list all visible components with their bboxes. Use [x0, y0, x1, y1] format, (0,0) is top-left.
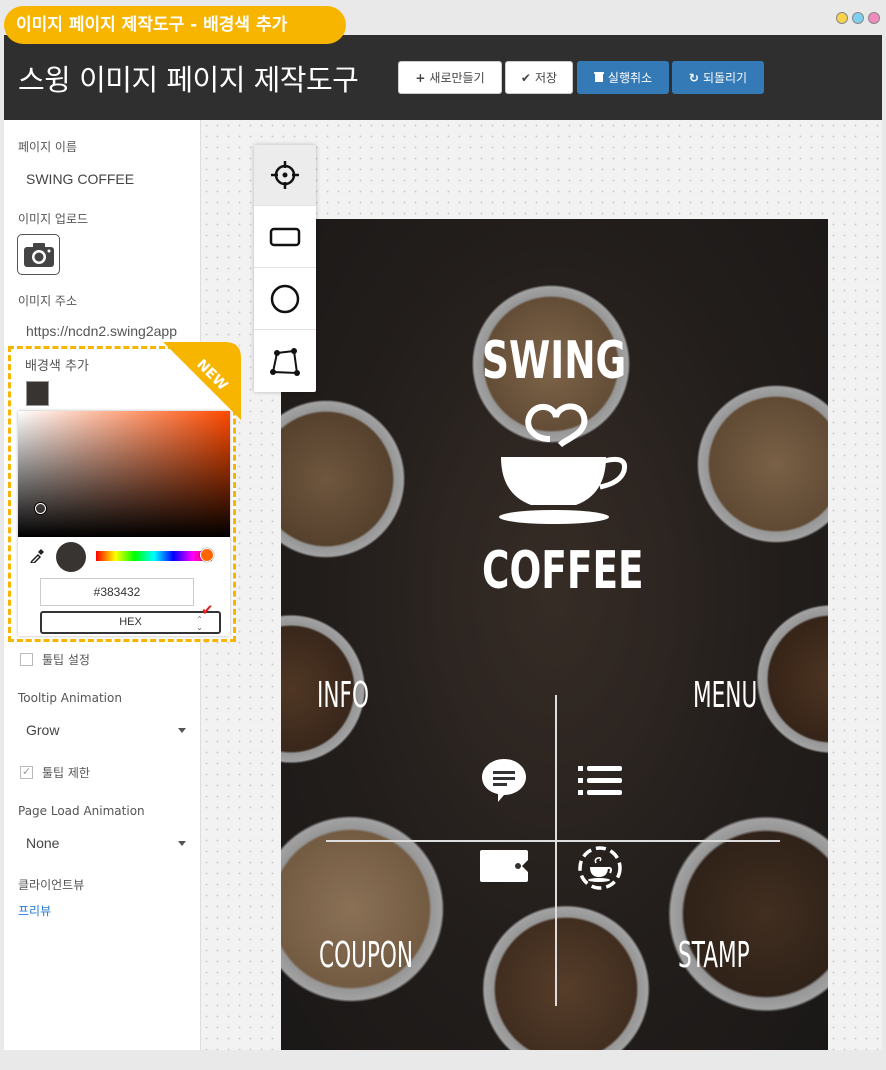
image-upload-button[interactable] — [17, 234, 60, 275]
tooltip-limit-checkbox[interactable]: ✓ — [20, 766, 33, 779]
image-url-field[interactable]: https://ncdn2.swing2app.co.kr — [26, 323, 178, 339]
page-name-label: 페이지 이름 — [18, 140, 78, 154]
rectangle-tool-button[interactable] — [254, 207, 316, 268]
hex-input[interactable]: #383432 — [40, 578, 194, 606]
new-button-label: 새로만들기 — [429, 71, 485, 85]
page-name-field[interactable]: SWING COFFEE — [26, 171, 134, 187]
menu-list-icon[interactable] — [578, 764, 624, 798]
rectangle-icon — [269, 227, 301, 247]
app-title: 스윙 이미지 페이지 제작도구 — [18, 63, 359, 97]
window-dot-blue[interactable] — [852, 12, 864, 24]
image-upload-label: 이미지 업로드 — [18, 212, 89, 226]
polygon-tool-button[interactable] — [254, 331, 316, 392]
circle-tool-button[interactable] — [254, 269, 316, 330]
red-check-icon: ✔ — [201, 602, 214, 619]
tooltip-animation-value: Grow — [26, 722, 60, 738]
divider-vertical — [555, 695, 557, 1006]
info-label[interactable]: INFO — [317, 675, 369, 716]
page-load-animation-label: Page Load Animation — [18, 804, 145, 818]
coffee-cup-logo-icon — [499, 403, 628, 524]
caret-down-icon — [178, 840, 186, 846]
color-format-value: HEX — [119, 616, 142, 628]
trash-icon — [593, 71, 604, 85]
tooltip-setting-checkbox[interactable] — [20, 653, 33, 666]
camera-icon — [23, 242, 54, 267]
coupon-label[interactable]: COUPON — [319, 935, 413, 976]
stamp-badge-icon[interactable] — [576, 845, 624, 891]
background-color-swatch[interactable] — [26, 381, 49, 406]
color-picker: #383432 HEX ⌃ ⌄ ✔ — [18, 411, 230, 636]
drawing-toolbar — [254, 145, 316, 392]
tooltip-setting-label: 툴팁 설정 — [42, 653, 90, 667]
undo-button-label: 실행취소 — [607, 71, 653, 85]
preview-link[interactable]: 프리뷰 — [18, 902, 51, 919]
tooltip-animation-select[interactable]: Grow — [26, 722, 186, 738]
client-view-label: 클라이언트뷰 — [18, 878, 85, 892]
saturation-cursor[interactable] — [35, 503, 46, 514]
window-dot-yellow[interactable] — [836, 12, 848, 24]
page-badge-title: 이미지 페이지 제작도구 - 배경색 추가 — [4, 6, 346, 44]
brand-title-swing: SWING — [482, 331, 627, 391]
caret-down-icon — [178, 727, 186, 733]
hue-slider-handle[interactable] — [200, 548, 214, 562]
background-color-label: 배경색 추가 — [25, 359, 89, 374]
app-header: 스윙 이미지 페이지 제작도구 + 새로만들기 ✔ 저장 실행취소 ↻ 되돌리기 — [4, 35, 882, 120]
page-load-animation-value: None — [26, 835, 60, 851]
polygon-icon — [270, 347, 300, 376]
new-button[interactable]: + 새로만들기 — [398, 61, 502, 94]
menu-label[interactable]: MENU — [693, 675, 757, 716]
select-tool-button[interactable] — [254, 145, 316, 206]
undo-button[interactable]: 실행취소 — [577, 61, 669, 94]
new-corner-badge: NEW — [163, 342, 241, 420]
brand-title-coffee: COFFEE — [482, 541, 644, 601]
divider-horizontal — [326, 840, 780, 842]
page-load-animation-select[interactable]: None — [26, 835, 186, 851]
eyedropper-icon[interactable] — [29, 549, 44, 568]
current-color-preview — [56, 542, 86, 572]
chat-bubble-icon[interactable] — [480, 757, 528, 803]
saturation-area[interactable] — [18, 411, 230, 537]
redo-button-label: 되돌리기 — [702, 71, 748, 85]
check-icon: ✔ — [520, 70, 531, 85]
save-button[interactable]: ✔ 저장 — [505, 61, 573, 94]
window-dot-pink[interactable] — [868, 12, 880, 24]
crosshair-icon — [271, 161, 299, 189]
image-url-label: 이미지 주소 — [18, 294, 78, 308]
coupon-ticket-icon[interactable] — [478, 848, 530, 884]
hue-slider[interactable] — [96, 551, 212, 561]
tooltip-animation-label: Tooltip Animation — [18, 691, 122, 705]
tooltip-limit-label: 툴팁 제한 — [42, 766, 90, 780]
color-format-select[interactable]: HEX ⌃ ⌄ — [40, 611, 221, 634]
redo-button[interactable]: ↻ 되돌리기 — [672, 61, 764, 94]
refresh-icon: ↻ — [688, 70, 699, 85]
circle-icon — [270, 284, 300, 314]
save-button-label: 저장 — [534, 71, 558, 85]
stamp-label[interactable]: STAMP — [678, 935, 750, 976]
plus-icon: + — [415, 70, 426, 85]
phone-preview[interactable]: SWING COFFEE INFO MENU COUPON STAMP — [281, 219, 828, 1050]
window-controls — [836, 12, 880, 24]
